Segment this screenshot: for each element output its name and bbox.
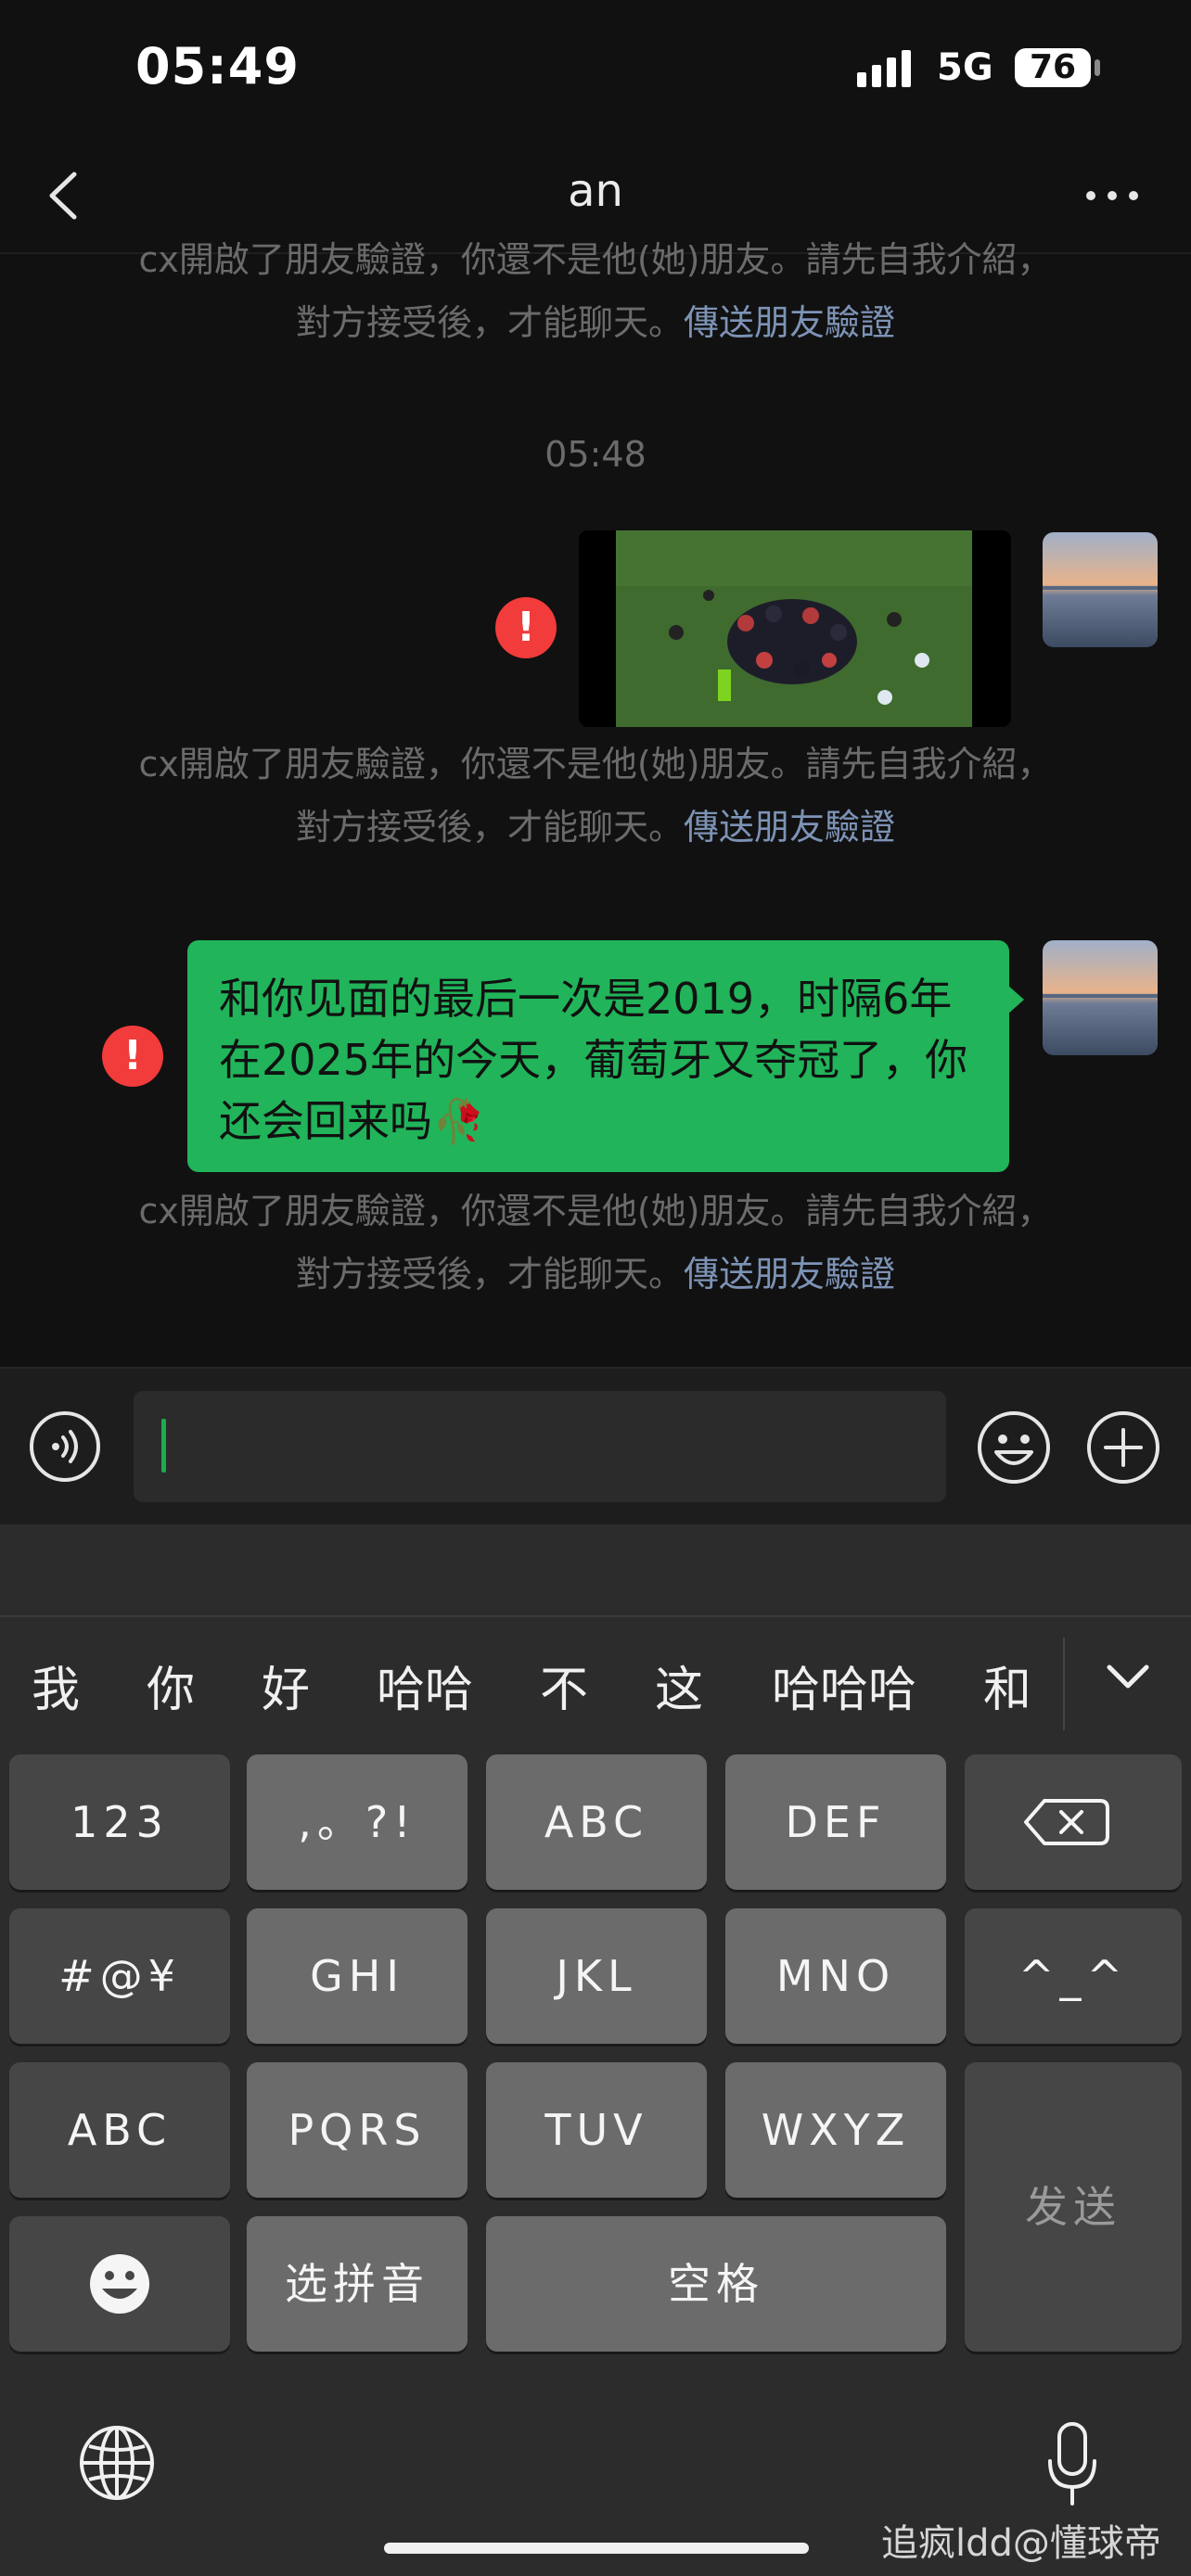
more-icon[interactable] (1080, 172, 1145, 219)
system-notice: cx開啟了朋友驗證，你還不是他(她)朋友。請先自我介紹， 對方接受後，才能聊天。… (56, 1180, 1135, 1306)
candidate-word[interactable]: 这 (649, 1651, 709, 1720)
text-cursor (161, 1419, 166, 1473)
plus-icon[interactable] (1085, 1409, 1161, 1486)
chat-area: cx開啟了朋友驗證，你還不是他(她)朋友。請先自我介紹， 對方接受後，才能聊天。… (0, 239, 1191, 1365)
microphone-icon[interactable] (1043, 2420, 1102, 2509)
avatar-image (1043, 940, 1158, 1055)
battery-icon: 76 (1015, 48, 1091, 87)
send-failed-icon[interactable]: ! (495, 597, 557, 658)
candidate-bar: 我 你 好 哈哈 不 这 哈哈哈 和 (0, 1615, 1191, 1753)
wechat-chat-screen: 05:49 5G 76 an cx開啟了朋友驗證，你還不是他(她)朋友。請先自我… (0, 0, 1191, 2576)
key-pqrs[interactable]: PQRS (247, 2062, 467, 2198)
system-notice: cx開啟了朋友驗證，你還不是他(她)朋友。請先自我介紹， 對方接受後，才能聊天。… (56, 228, 1135, 354)
system-notice-text: cx開啟了朋友驗證，你還不是他(她)朋友。請先自我介紹， (138, 239, 1053, 280)
globe-icon[interactable] (78, 2424, 156, 2502)
system-notice-text: 對方接受後，才能聊天。 (295, 1254, 684, 1294)
network-label: 5G (937, 46, 993, 89)
send-verification-link[interactable]: 傳送朋友驗證 (684, 1254, 895, 1294)
candidate-word[interactable]: 和 (978, 1651, 1037, 1720)
message-timestamp: 05:48 (544, 434, 647, 475)
candidate-word[interactable]: 哈哈哈 (762, 1651, 926, 1720)
key-ghi[interactable]: GHI (247, 1908, 467, 2044)
video-message[interactable] (579, 530, 1011, 727)
key-123[interactable]: 123 (9, 1754, 230, 1890)
system-notice-text: 對方接受後，才能聊天。 (295, 302, 684, 343)
candidate-word[interactable]: 你 (141, 1651, 200, 1720)
status-time: 05:49 (135, 37, 300, 96)
send-verification-link[interactable]: 傳送朋友驗證 (684, 807, 895, 848)
key-select-pinyin[interactable]: 选拼音 (247, 2216, 467, 2352)
key-emoticon[interactable]: ^_^ (965, 1908, 1182, 2044)
system-notice-text: 對方接受後，才能聊天。 (295, 807, 684, 848)
key-mno[interactable]: MNO (725, 1908, 946, 2044)
send-verification-link[interactable]: 傳送朋友驗證 (684, 302, 895, 343)
key-punctuation[interactable]: ,。?! (247, 1754, 467, 1890)
video-thumbnail (579, 530, 1011, 727)
avatar[interactable] (1043, 940, 1158, 1055)
key-wxyz[interactable]: WXYZ (725, 2062, 946, 2198)
system-notice-text: cx開啟了朋友驗證，你還不是他(她)朋友。請先自我介紹， (138, 744, 1053, 784)
candidate-word[interactable]: 我 (26, 1651, 85, 1720)
space-key[interactable]: 空格 (486, 2216, 946, 2352)
candidate-word[interactable]: 好 (256, 1651, 315, 1720)
avatar-image (1043, 532, 1158, 647)
system-notice-text: cx開啟了朋友驗證，你還不是他(她)朋友。請先自我介紹， (138, 1191, 1053, 1231)
sent-text-message[interactable]: 和你见面的最后一次是2019，时隔6年在2025年的今天，葡萄牙又夺冠了，你还会… (187, 940, 1009, 1172)
signal-icon (857, 50, 911, 87)
candidate-word[interactable]: 哈哈 (369, 1651, 480, 1720)
backspace-key[interactable] (965, 1754, 1182, 1890)
backspace-icon (1024, 1799, 1109, 1845)
key-tuv[interactable]: TUV (486, 2062, 707, 2198)
input-bar (0, 1367, 1191, 1526)
battery-tip (1095, 59, 1100, 76)
key-abc[interactable]: ABC (486, 1754, 707, 1890)
key-symbols[interactable]: #@¥ (9, 1908, 230, 2044)
status-bar: 05:49 5G 76 (0, 0, 1191, 139)
voice-icon[interactable] (28, 1409, 102, 1484)
send-key[interactable]: 发送 (965, 2062, 1182, 2352)
smiley-icon (90, 2254, 149, 2314)
candidate-word[interactable]: 不 (534, 1651, 594, 1720)
emoji-key[interactable] (9, 2216, 230, 2352)
message-input[interactable] (134, 1391, 946, 1502)
keyboard: 我 你 好 哈哈 不 这 哈哈哈 和 123 ,。?! ABC DEF #@¥ (0, 1524, 1191, 2576)
chat-title: an (568, 165, 623, 217)
key-abc-mode[interactable]: ABC (9, 2062, 230, 2198)
candidate-divider (1063, 1638, 1065, 1730)
chevron-down-icon[interactable] (1104, 1658, 1152, 1695)
avatar[interactable] (1043, 532, 1158, 647)
system-notice: cx開啟了朋友驗證，你還不是他(她)朋友。請先自我介紹， 對方接受後，才能聊天。… (56, 733, 1135, 859)
watermark: 追疯ldd@懂球帝 (881, 2522, 1161, 2565)
emoji-icon[interactable] (976, 1409, 1052, 1486)
bubble-tail (1007, 985, 1024, 1014)
key-jkl[interactable]: JKL (486, 1908, 707, 2044)
send-failed-icon[interactable]: ! (102, 1026, 163, 1087)
key-def[interactable]: DEF (725, 1754, 946, 1890)
home-indicator[interactable] (384, 2543, 809, 2554)
